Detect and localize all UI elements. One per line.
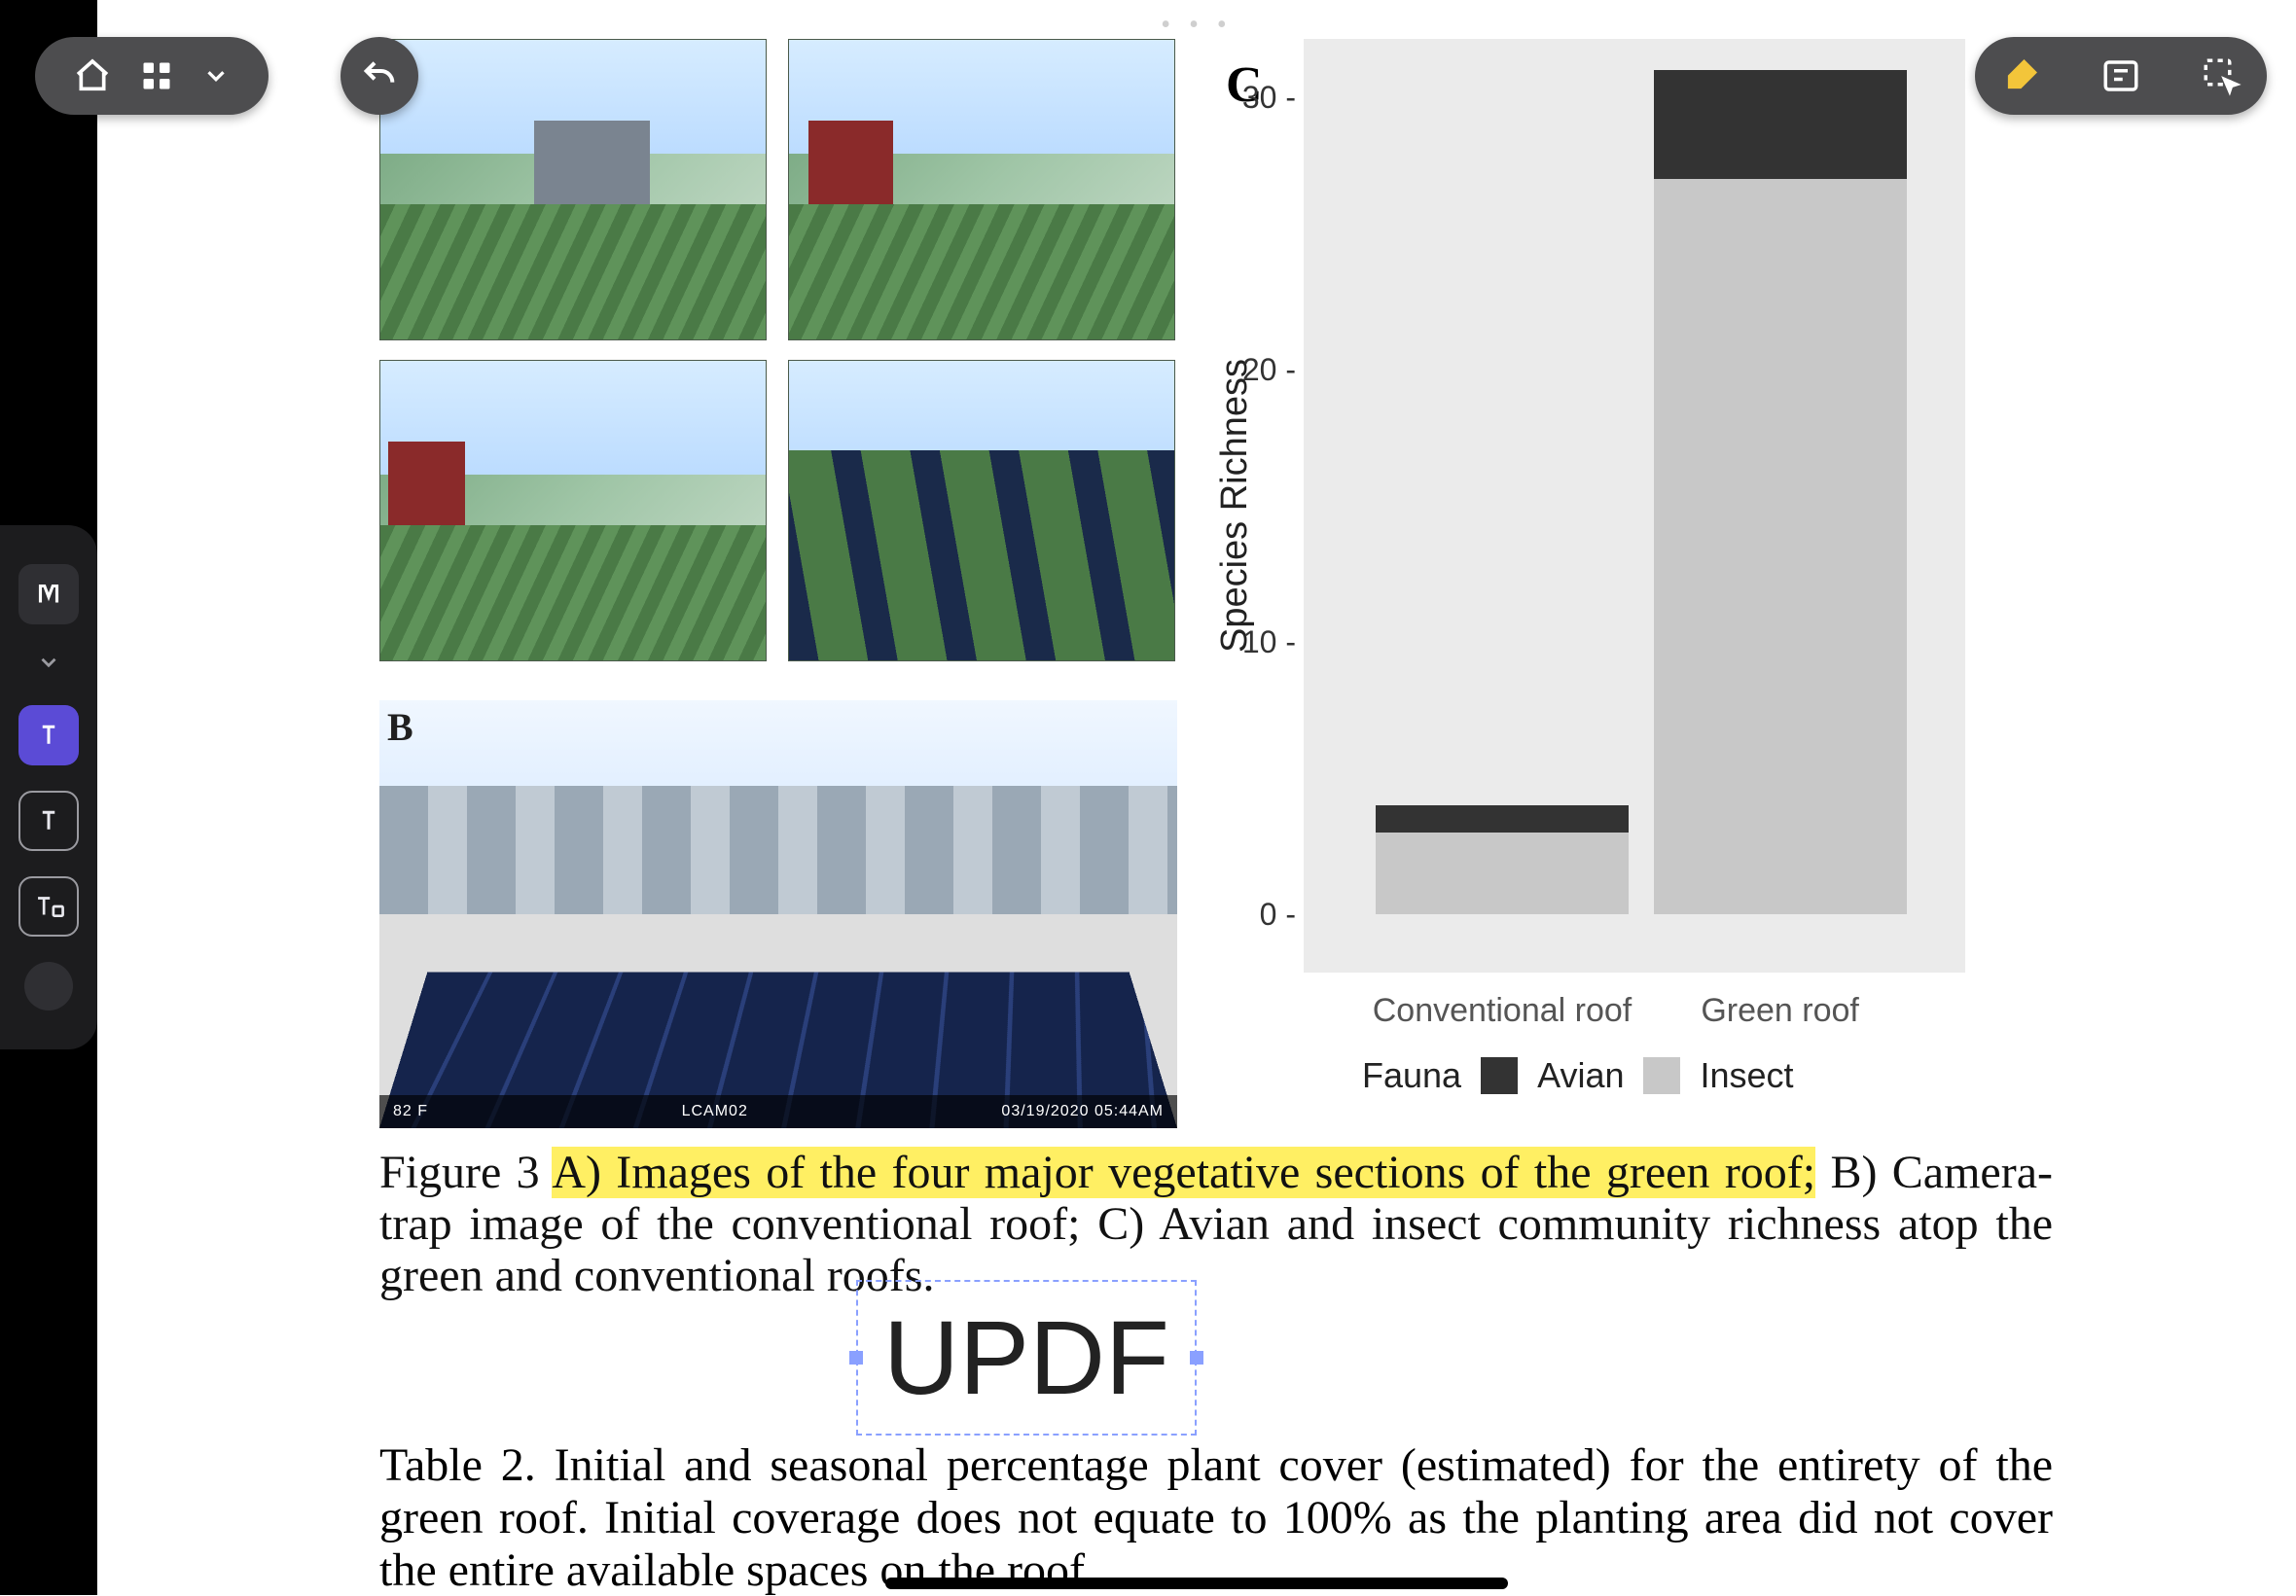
table-2-caption: Table 2. Initial and seasonal percentage…: [379, 1439, 2053, 1596]
legend-swatch-insect: [1643, 1057, 1680, 1094]
highlighter-icon[interactable]: [2000, 55, 2041, 96]
chevron-down-icon[interactable]: [201, 61, 231, 90]
cam-timestamp: 03/19/2020 05:44AM: [1001, 1095, 1164, 1128]
legend-label-avian: Avian: [1537, 1055, 1624, 1096]
text-annot-icon[interactable]: [2100, 55, 2141, 96]
chevron-down-icon[interactable]: [36, 650, 61, 680]
ytick-30: 30 -: [1238, 80, 1296, 116]
document-page: • • • A B 82 F LCAM02: [97, 0, 2296, 1595]
cam-temp: 82 F: [393, 1095, 428, 1128]
green-roof-photo-2: [788, 39, 1175, 340]
bar-conventional-roof-insect: [1376, 833, 1629, 914]
green-roof-photo-4: [788, 360, 1175, 661]
caption-lead: Figure 3: [379, 1147, 552, 1198]
bar-green-roof-insect: [1654, 179, 1907, 914]
green-roof-photo-1: A: [379, 39, 767, 340]
tool-text-active[interactable]: [18, 705, 79, 765]
grid-icon[interactable]: [139, 58, 174, 93]
xcat-0: Conventional roof: [1346, 992, 1658, 1030]
ytick-10: 10 -: [1238, 624, 1296, 660]
home-indicator[interactable]: [885, 1578, 1508, 1589]
text-annotation-content[interactable]: UPDF: [883, 1305, 1169, 1410]
caption-highlighted[interactable]: A) Images of the four major vegetative s…: [552, 1147, 1815, 1198]
ytick-20: 20 -: [1238, 352, 1296, 388]
legend-title: Fauna: [1362, 1055, 1461, 1096]
figure-3a-photos: A B 82 F LCAM02 03/19/2020 05:44AM: [379, 39, 1177, 1109]
chart-ylabel: Species Richness: [1214, 359, 1256, 653]
xcat-1: Green roof: [1625, 992, 1936, 1030]
bar-green-roof-avian: [1654, 70, 1907, 179]
overflow-dots[interactable]: • • •: [1161, 10, 1232, 41]
select-tool-icon[interactable]: [2201, 55, 2242, 96]
chart-legend: Fauna Avian Insect: [1362, 1055, 1794, 1096]
green-roof-photo-3: [379, 360, 767, 661]
legend-swatch-avian: [1481, 1057, 1518, 1094]
camera-trap-infobar: 82 F LCAM02 03/19/2020 05:44AM: [379, 1095, 1177, 1128]
nav-pill: [35, 37, 269, 115]
undo-button[interactable]: [341, 37, 418, 115]
figure-3-caption: Figure 3 A) Images of the four major veg…: [379, 1148, 2053, 1301]
figure-3: A B 82 F LCAM02 03/19/2020 05:44AM: [379, 39, 2053, 1109]
tool-text-box[interactable]: [18, 876, 79, 937]
side-tool-panel: [0, 525, 97, 1049]
annotate-tool-pill: [1975, 37, 2267, 115]
legend-label-insect: Insect: [1700, 1055, 1793, 1096]
cam-id: LCAM02: [682, 1095, 748, 1128]
tool-color-swatch[interactable]: [24, 962, 73, 1011]
figure-3b-camera-trap: B 82 F LCAM02 03/19/2020 05:44AM: [379, 700, 1177, 1128]
figure-3c-chart: C Species Richness Fauna Avian Insect 0 …: [1226, 39, 1965, 1109]
panel-label-b: B: [387, 704, 413, 750]
tool-text-style[interactable]: [18, 564, 79, 624]
home-icon[interactable]: [73, 56, 112, 95]
bar-conventional-roof-avian: [1376, 805, 1629, 833]
text-annotation-box[interactable]: UPDF: [856, 1280, 1197, 1436]
tool-text-plain[interactable]: [18, 791, 79, 851]
ytick-0: 0 -: [1238, 897, 1296, 933]
